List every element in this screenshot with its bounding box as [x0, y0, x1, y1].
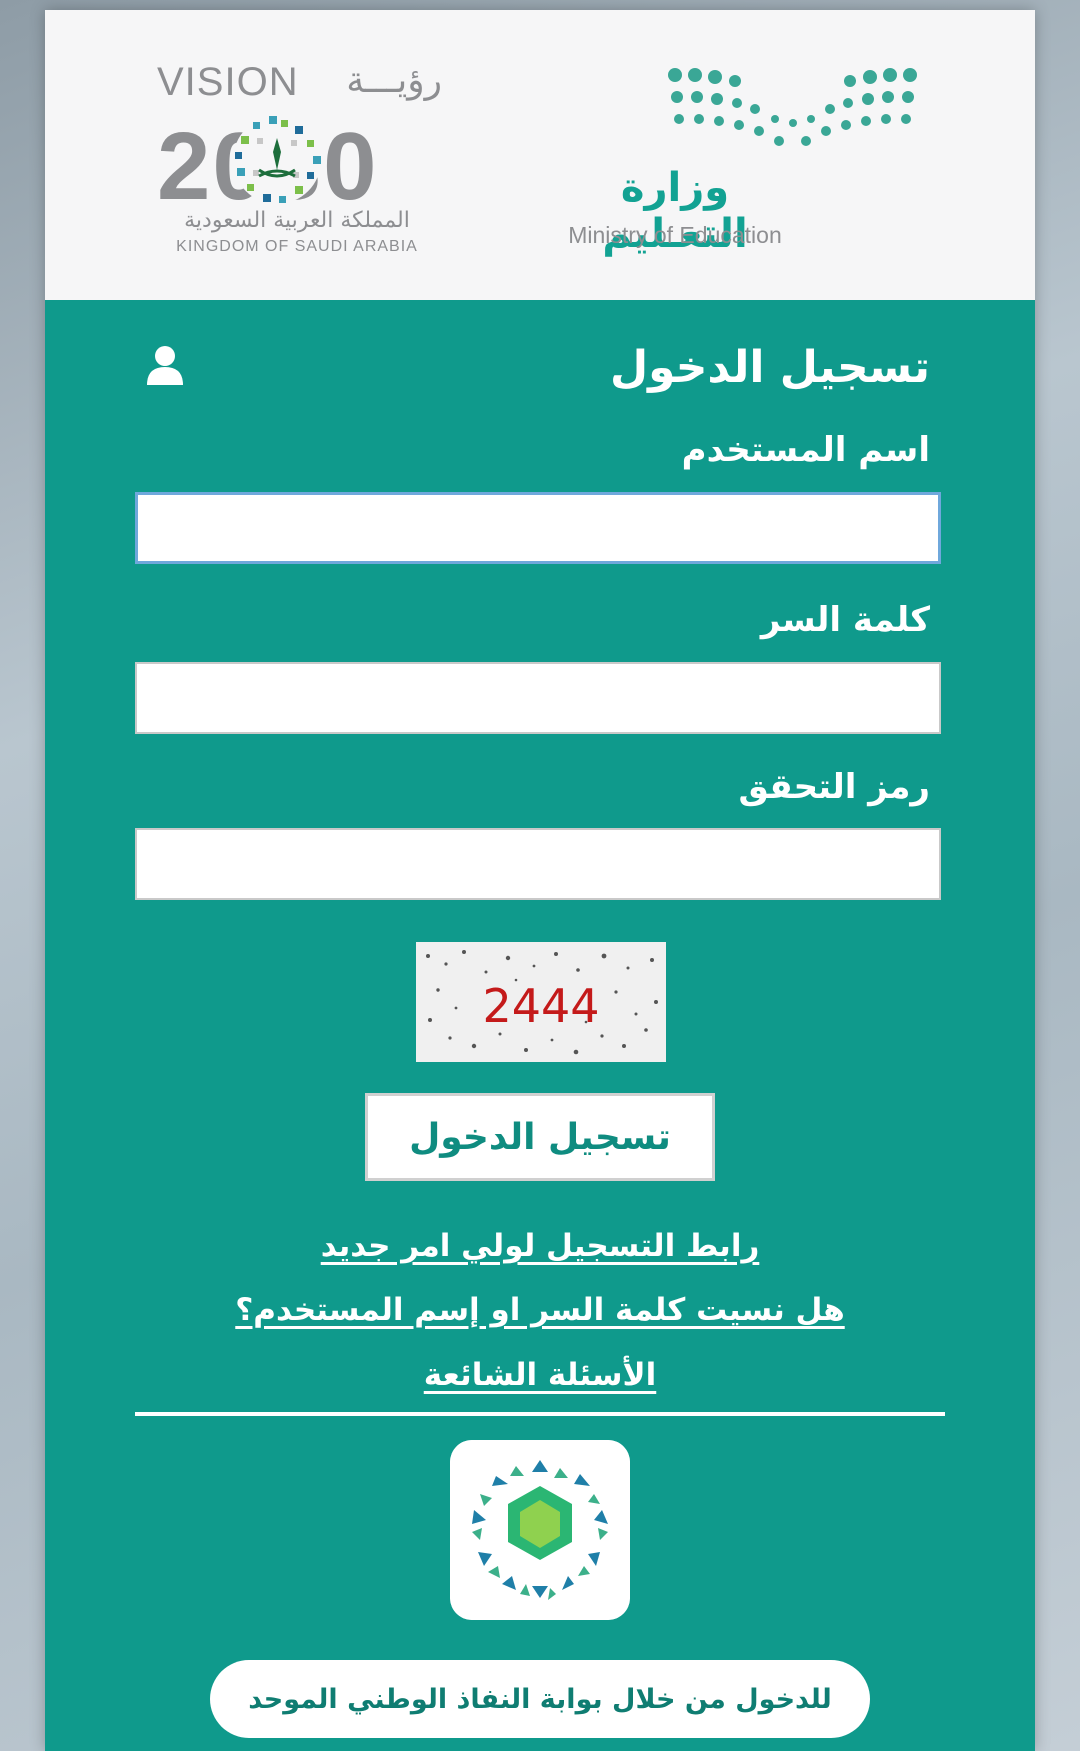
- vision-emblem-icon: [233, 116, 321, 204]
- captcha-input[interactable]: [135, 828, 941, 900]
- forgot-credentials-link[interactable]: هل نسيت كلمة السر او إسم المستخدم؟: [45, 1292, 1035, 1328]
- vision-country-ar: المملكة العربية السعودية: [184, 208, 410, 233]
- header: VISION رؤيـــة 2030: [45, 10, 1035, 300]
- captcha-label: رمز التحقق: [738, 767, 930, 807]
- username-input[interactable]: [135, 492, 941, 564]
- user-icon: [147, 346, 183, 385]
- ministry-dots-icon: [668, 68, 917, 146]
- faq-link[interactable]: الأسئلة الشائعة: [45, 1357, 1035, 1393]
- nafath-logo-icon[interactable]: [450, 1440, 630, 1620]
- ministry-name-en: Ministry of Education: [568, 222, 782, 248]
- ministry-logo: وزارة التعـليم Ministry of Education: [545, 65, 917, 265]
- login-card: VISION رؤيـــة 2030: [45, 10, 1035, 1751]
- vision-country-en: KINGDOM OF SAUDI ARABIA: [176, 238, 418, 255]
- vision-title: VISION: [157, 60, 299, 104]
- login-button[interactable]: تسجيل الدخول: [365, 1093, 715, 1181]
- password-input[interactable]: [135, 662, 941, 734]
- form-title: تسجيل الدخول: [609, 342, 930, 393]
- password-label: كلمة السر: [760, 600, 930, 640]
- username-label: اسم المستخدم: [681, 430, 930, 470]
- vision-2030-logo: VISION رؤيـــة 2030: [157, 60, 447, 270]
- captcha-code: 2444: [482, 979, 599, 1033]
- parent-registration-link[interactable]: رابط التسجيل لولي امر جديد: [45, 1228, 1035, 1264]
- divider: [135, 1412, 945, 1416]
- captcha-image: 2444: [416, 942, 666, 1062]
- vision-title-ar: رؤيـــة: [346, 60, 442, 101]
- nafath-login-button[interactable]: للدخول من خلال بوابة النفاذ الوطني الموح…: [210, 1660, 870, 1738]
